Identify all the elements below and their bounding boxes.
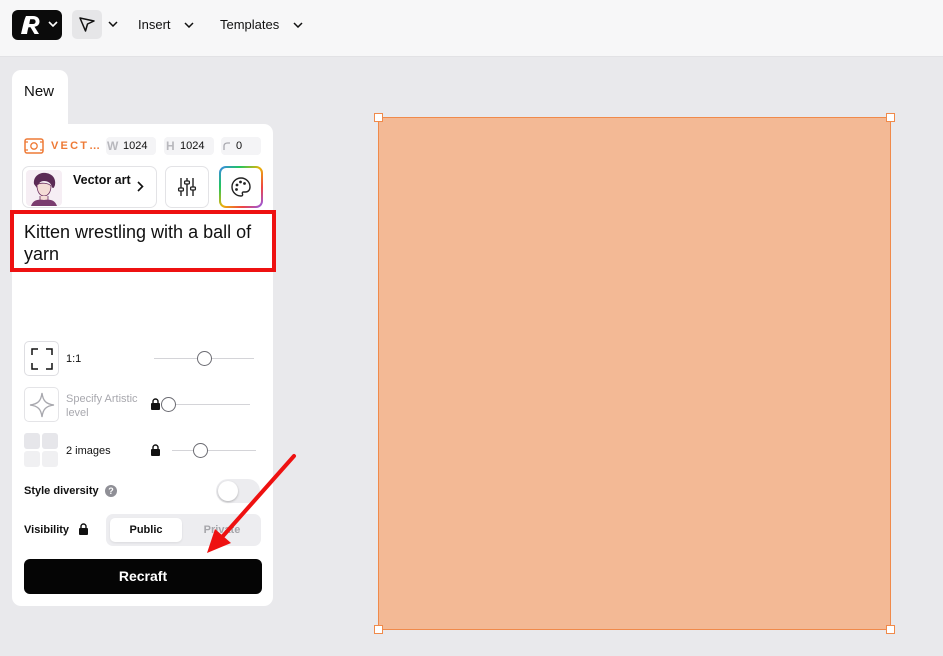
resize-handle-top-left[interactable] (374, 113, 383, 122)
chevron-down-icon (184, 22, 194, 28)
lock-icon (151, 398, 160, 410)
visibility-public-option[interactable]: Public (110, 518, 182, 542)
recraft-logo-icon (21, 16, 40, 34)
settings-sliders-button[interactable] (165, 166, 209, 208)
visibility-private-option[interactable]: Private (186, 518, 258, 542)
resize-handle-bottom-left[interactable] (374, 625, 383, 634)
artistic-level-slider-knob[interactable] (161, 397, 176, 412)
resize-handle-top-right[interactable] (886, 113, 895, 122)
select-tool-button[interactable] (72, 10, 102, 39)
aspect-ratio-button[interactable] (24, 341, 59, 376)
chevron-right-icon (137, 181, 144, 192)
style-name[interactable]: VECT… (51, 140, 102, 152)
artistic-level-label: Specify Artistic level (66, 393, 138, 419)
logo-menu-button[interactable] (12, 10, 62, 40)
new-tab-label: New (24, 83, 55, 100)
help-icon[interactable]: ? (105, 485, 117, 497)
width-value[interactable]: 1024 (123, 140, 147, 152)
height-value[interactable]: 1024 (180, 140, 204, 152)
seed-icon (223, 142, 230, 150)
artistic-level-slider[interactable] (168, 404, 250, 405)
cursor-arrow-icon (79, 17, 95, 32)
image-count-slider[interactable] (172, 450, 256, 451)
image-count-label: 2 images (66, 445, 111, 457)
visibility-segmented-control: Public Private (106, 514, 261, 546)
style-diversity-label: Style diversity (24, 485, 99, 497)
aspect-ratio-icon (31, 348, 53, 370)
color-palette-button[interactable] (219, 166, 263, 208)
prompt-highlight-box: Kitten wrestling with a ball of yarn (10, 210, 276, 272)
style-diversity-toggle[interactable] (216, 479, 260, 503)
image-count-button[interactable] (24, 433, 59, 468)
artistic-level-button[interactable] (24, 387, 59, 422)
style-settings-row: VECT… W 1024 H 1024 0 (24, 137, 264, 155)
insert-menu[interactable]: Insert (138, 17, 194, 32)
resize-handle-bottom-right[interactable] (886, 625, 895, 634)
width-label: W (107, 139, 119, 153)
aspect-ratio-label: 1:1 (66, 353, 82, 365)
lock-icon (79, 523, 88, 535)
aspect-ratio-slider-knob[interactable] (197, 351, 212, 366)
height-label: H (166, 139, 175, 153)
top-toolbar: Insert Templates (0, 0, 943, 57)
model-label: Vector art (73, 173, 131, 187)
templates-menu-label: Templates (220, 17, 280, 32)
new-tab-connector (12, 110, 68, 124)
insert-menu-label: Insert (138, 17, 171, 32)
vector-style-icon[interactable] (24, 137, 44, 155)
image-count-slider-knob[interactable] (192, 443, 208, 458)
canvas-frame[interactable] (378, 117, 891, 630)
recraft-button[interactable]: Recraft (24, 559, 262, 594)
chevron-down-icon[interactable] (108, 21, 118, 27)
sparkle-icon (29, 392, 55, 418)
chevron-down-icon (48, 21, 58, 27)
chevron-down-icon (293, 22, 303, 28)
new-tab[interactable]: New (12, 70, 68, 112)
visibility-label: Visibility (24, 524, 70, 536)
palette-icon (231, 177, 251, 197)
toggle-knob (218, 481, 238, 501)
seed-value[interactable]: 0 (236, 140, 242, 152)
model-selector[interactable]: Vector art (22, 166, 157, 208)
lock-icon (151, 444, 160, 456)
sliders-icon (177, 178, 197, 196)
prompt-input[interactable]: Kitten wrestling with a ball of yarn (24, 221, 264, 265)
templates-menu[interactable]: Templates (220, 17, 303, 32)
model-avatar (26, 170, 62, 206)
